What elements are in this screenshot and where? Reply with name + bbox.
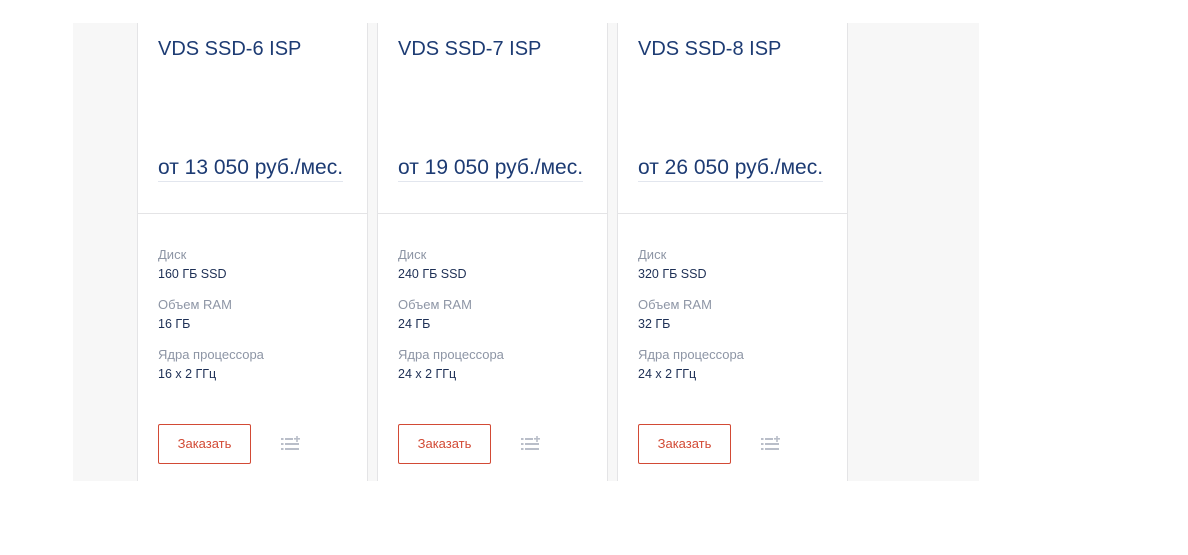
card-divider xyxy=(138,213,367,214)
ram-value: 16 ГБ xyxy=(158,317,191,331)
cpu-value: 24 x 2 ГГц xyxy=(398,367,457,381)
card-divider xyxy=(378,213,607,214)
disk-value: 240 ГБ SSD xyxy=(398,267,467,281)
add-to-compare-list-icon[interactable] xyxy=(281,436,301,452)
plan-title: VDS SSD-7 ISP xyxy=(398,38,542,60)
cpu-value: 16 x 2 ГГц xyxy=(158,367,217,381)
disk-label: Диск xyxy=(398,247,427,262)
disk-value: 160 ГБ SSD xyxy=(158,267,227,281)
plan-card-ssd-8: VDS SSD-8 ISP от 26 050 руб./мес. Диск 3… xyxy=(617,23,848,481)
plan-card-ssd-6: VDS SSD-6 ISP от 13 050 руб./мес. Диск 1… xyxy=(137,23,368,481)
cpu-value: 24 x 2 ГГц xyxy=(638,367,697,381)
disk-label: Диск xyxy=(638,247,667,262)
add-to-compare-list-icon[interactable] xyxy=(761,436,781,452)
ram-label: Объем RAM xyxy=(398,297,472,312)
order-button[interactable]: Заказать xyxy=(398,424,491,464)
disk-value: 320 ГБ SSD xyxy=(638,267,707,281)
plan-price: от 26 050 руб./мес. xyxy=(638,156,824,182)
plan-title: VDS SSD-8 ISP xyxy=(638,38,782,60)
plan-price: от 19 050 руб./мес. xyxy=(398,156,584,182)
plan-title: VDS SSD-6 ISP xyxy=(158,38,302,60)
cpu-label: Ядра процессора xyxy=(638,347,744,362)
ram-value: 24 ГБ xyxy=(398,317,431,331)
plan-price: от 13 050 руб./мес. xyxy=(158,156,344,182)
card-divider xyxy=(618,213,847,214)
ram-label: Объем RAM xyxy=(158,297,232,312)
plan-card-ssd-7: VDS SSD-7 ISP от 19 050 руб./мес. Диск 2… xyxy=(377,23,608,481)
cpu-label: Ядра процессора xyxy=(398,347,504,362)
order-button[interactable]: Заказать xyxy=(158,424,251,464)
ram-value: 32 ГБ xyxy=(638,317,671,331)
cpu-label: Ядра процессора xyxy=(158,347,264,362)
add-to-compare-list-icon[interactable] xyxy=(521,436,541,452)
order-button[interactable]: Заказать xyxy=(638,424,731,464)
disk-label: Диск xyxy=(158,247,187,262)
ram-label: Объем RAM xyxy=(638,297,712,312)
